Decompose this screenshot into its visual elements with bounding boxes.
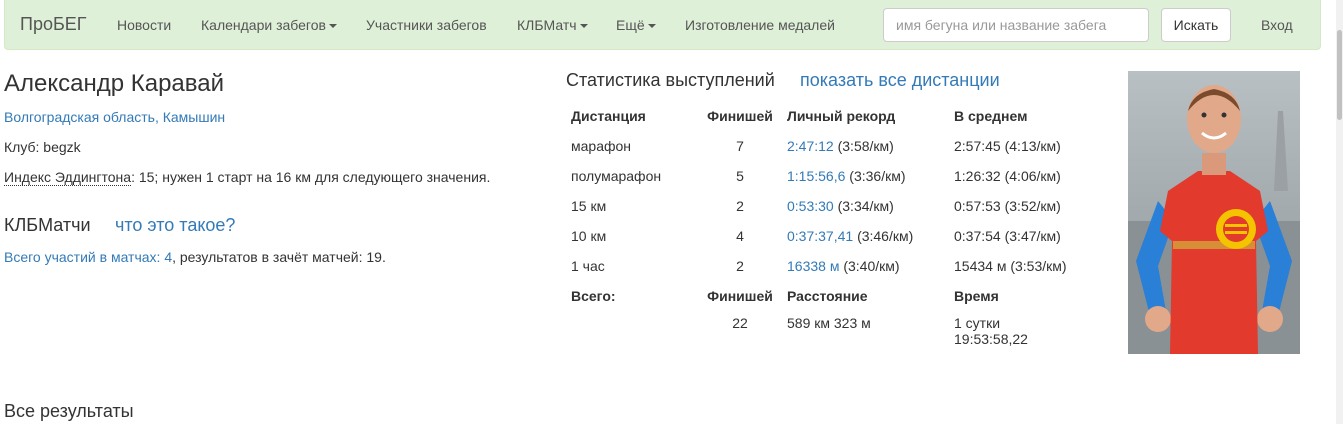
- distance-cell: 10 км: [571, 228, 607, 244]
- klb-info: Всего участий в матчах: 4, результатов в…: [4, 249, 386, 265]
- eddington-line: Индекс Эддингтона: 15; нужен 1 старт на …: [4, 169, 491, 186]
- pb-cell: 16338 м (3:40/км): [782, 251, 949, 281]
- table-row: марафон 7 2:47:12 (3:58/км) 2:57:45 (4:1…: [566, 131, 1089, 161]
- show-all-distances-link[interactable]: показать все дистанции: [800, 70, 1000, 91]
- header-pb: Личный рекорд: [787, 108, 896, 124]
- caret-down-icon: [579, 24, 588, 29]
- finishes-cell: 2: [736, 198, 744, 214]
- runner-name: Александр Каравай: [4, 70, 225, 97]
- totals-row: 22 589 км 323 м 1 сутки 19:53:58,22: [566, 311, 1089, 359]
- pb-link[interactable]: 0:53:30: [787, 198, 834, 214]
- finishes-cell: 2: [736, 258, 744, 274]
- pb-cell: 1:15:56,6 (3:36/км): [782, 161, 949, 191]
- scrollbar-thumb[interactable]: [1337, 30, 1342, 120]
- klb-title: КЛБМатчи: [4, 215, 91, 235]
- nav-news-label: Новости: [117, 17, 172, 33]
- pb-link[interactable]: 0:37:37,41: [787, 228, 853, 244]
- club-line: Клуб: begzk: [4, 139, 81, 155]
- stats-title: Статистика выступлений: [566, 70, 775, 90]
- caret-down-icon: [328, 24, 337, 29]
- totals-empty-cell: [566, 311, 698, 359]
- avg-cell: 0:37:54 (3:47/км): [954, 228, 1061, 244]
- nav-news[interactable]: Новости: [117, 17, 171, 33]
- club-label: Клуб:: [4, 139, 40, 155]
- totals-time: 1 сутки 19:53:58,22: [949, 311, 1089, 359]
- table-row: 10 км 4 0:37:37,41 (3:46/км) 0:37:54 (3:…: [566, 221, 1089, 251]
- totals-header-distance: Расстояние: [787, 288, 868, 304]
- brand-logo[interactable]: ПроБЕГ: [20, 14, 87, 35]
- nav-klbmatch-label: КЛБМатч: [517, 17, 577, 33]
- totals-distance: 589 км 323 м: [787, 315, 871, 331]
- totals-label: Всего:: [571, 288, 616, 304]
- nav-klbmatch[interactable]: КЛБМатч: [517, 17, 588, 33]
- distance-cell: полумарафон: [571, 168, 662, 184]
- eddington-text: : 15; нужен 1 старт на 16 км для следующ…: [131, 169, 491, 185]
- nav-calendars[interactable]: Календари забегов: [201, 17, 337, 33]
- login-link[interactable]: Вход: [1261, 17, 1293, 33]
- pb-pace: (3:46/км): [857, 228, 914, 244]
- totals-finishes: 22: [732, 315, 748, 331]
- pb-cell: 0:53:30 (3:34/км): [782, 191, 949, 221]
- all-results-title: Все результаты: [4, 401, 134, 421]
- table-row: 1 час 2 16338 м (3:40/км) 15434 м (3:53/…: [566, 251, 1089, 281]
- totals-time-hms: 19:53:58,22: [954, 331, 1028, 347]
- avg-cell: 0:57:53 (3:52/км): [954, 198, 1061, 214]
- pb-cell: 2:47:12 (3:58/км): [782, 131, 949, 161]
- totals-time-days: 1 сутки: [954, 315, 1001, 331]
- region-link[interactable]: Волгоградская область, Камышин: [4, 109, 225, 125]
- pb-link[interactable]: 1:15:56,6: [787, 168, 845, 184]
- klb-participations-link[interactable]: Всего участий в матчах: 4: [4, 249, 172, 265]
- distance-cell: 1 час: [571, 258, 605, 274]
- stats-header-row: Дистанция Финишей Личный рекорд В средне…: [566, 101, 1089, 131]
- pb-link[interactable]: 2:47:12: [787, 138, 834, 154]
- pb-pace: (3:40/км): [843, 258, 900, 274]
- search-button[interactable]: Искать: [1161, 8, 1231, 42]
- finishes-cell: 5: [736, 168, 744, 184]
- nav-calendars-label: Календари забегов: [201, 17, 326, 33]
- pb-pace: (3:58/км): [837, 138, 894, 154]
- klb-results-text: , результатов в зачёт матчей: 19.: [172, 249, 386, 265]
- finishes-cell: 7: [736, 138, 744, 154]
- avg-cell: 15434 м (3:53/км): [954, 258, 1067, 274]
- pb-link[interactable]: 16338 м: [787, 258, 839, 274]
- nav-medals-label: Изготовление медалей: [685, 17, 835, 33]
- eddington-label[interactable]: Индекс Эддингтона: [4, 169, 132, 186]
- pb-pace: (3:36/км): [849, 168, 906, 184]
- stats-table: Дистанция Финишей Личный рекорд В средне…: [566, 101, 1089, 359]
- totals-header-row: Всего: Финишей Расстояние Время: [566, 281, 1089, 311]
- nav-more-label: Ещё: [616, 17, 645, 33]
- table-row: 15 км 2 0:53:30 (3:34/км) 0:57:53 (3:52/…: [566, 191, 1089, 221]
- avg-cell: 1:26:32 (4:06/км): [954, 168, 1061, 184]
- nav-more[interactable]: Ещё: [616, 17, 656, 33]
- runner-photo: [1128, 71, 1300, 354]
- nav-runners-label: Участники забегов: [366, 17, 487, 33]
- club-value: begzk: [43, 139, 81, 155]
- search-input[interactable]: [883, 8, 1149, 42]
- totals-header-finishes: Финишей: [707, 288, 773, 304]
- pb-cell: 0:37:37,41 (3:46/км): [782, 221, 949, 251]
- totals-header-time: Время: [954, 288, 999, 304]
- header-avg: В среднем: [954, 108, 1028, 124]
- distance-cell: марафон: [571, 138, 632, 154]
- caret-down-icon: [647, 24, 656, 29]
- table-row: полумарафон 5 1:15:56,6 (3:36/км) 1:26:3…: [566, 161, 1089, 191]
- pb-pace: (3:34/км): [837, 198, 894, 214]
- klb-help-link[interactable]: что это такое?: [115, 215, 235, 236]
- nav-medals[interactable]: Изготовление медалей: [685, 17, 835, 33]
- header-distance: Дистанция: [571, 108, 646, 124]
- distance-cell: 15 км: [571, 198, 607, 214]
- top-navbar: ПроБЕГ Новости Календари забегов Участни…: [4, 0, 1321, 50]
- finishes-cell: 4: [736, 228, 744, 244]
- avg-cell: 2:57:45 (4:13/км): [954, 138, 1061, 154]
- header-finishes: Финишей: [707, 108, 773, 124]
- nav-runners[interactable]: Участники забегов: [366, 17, 487, 33]
